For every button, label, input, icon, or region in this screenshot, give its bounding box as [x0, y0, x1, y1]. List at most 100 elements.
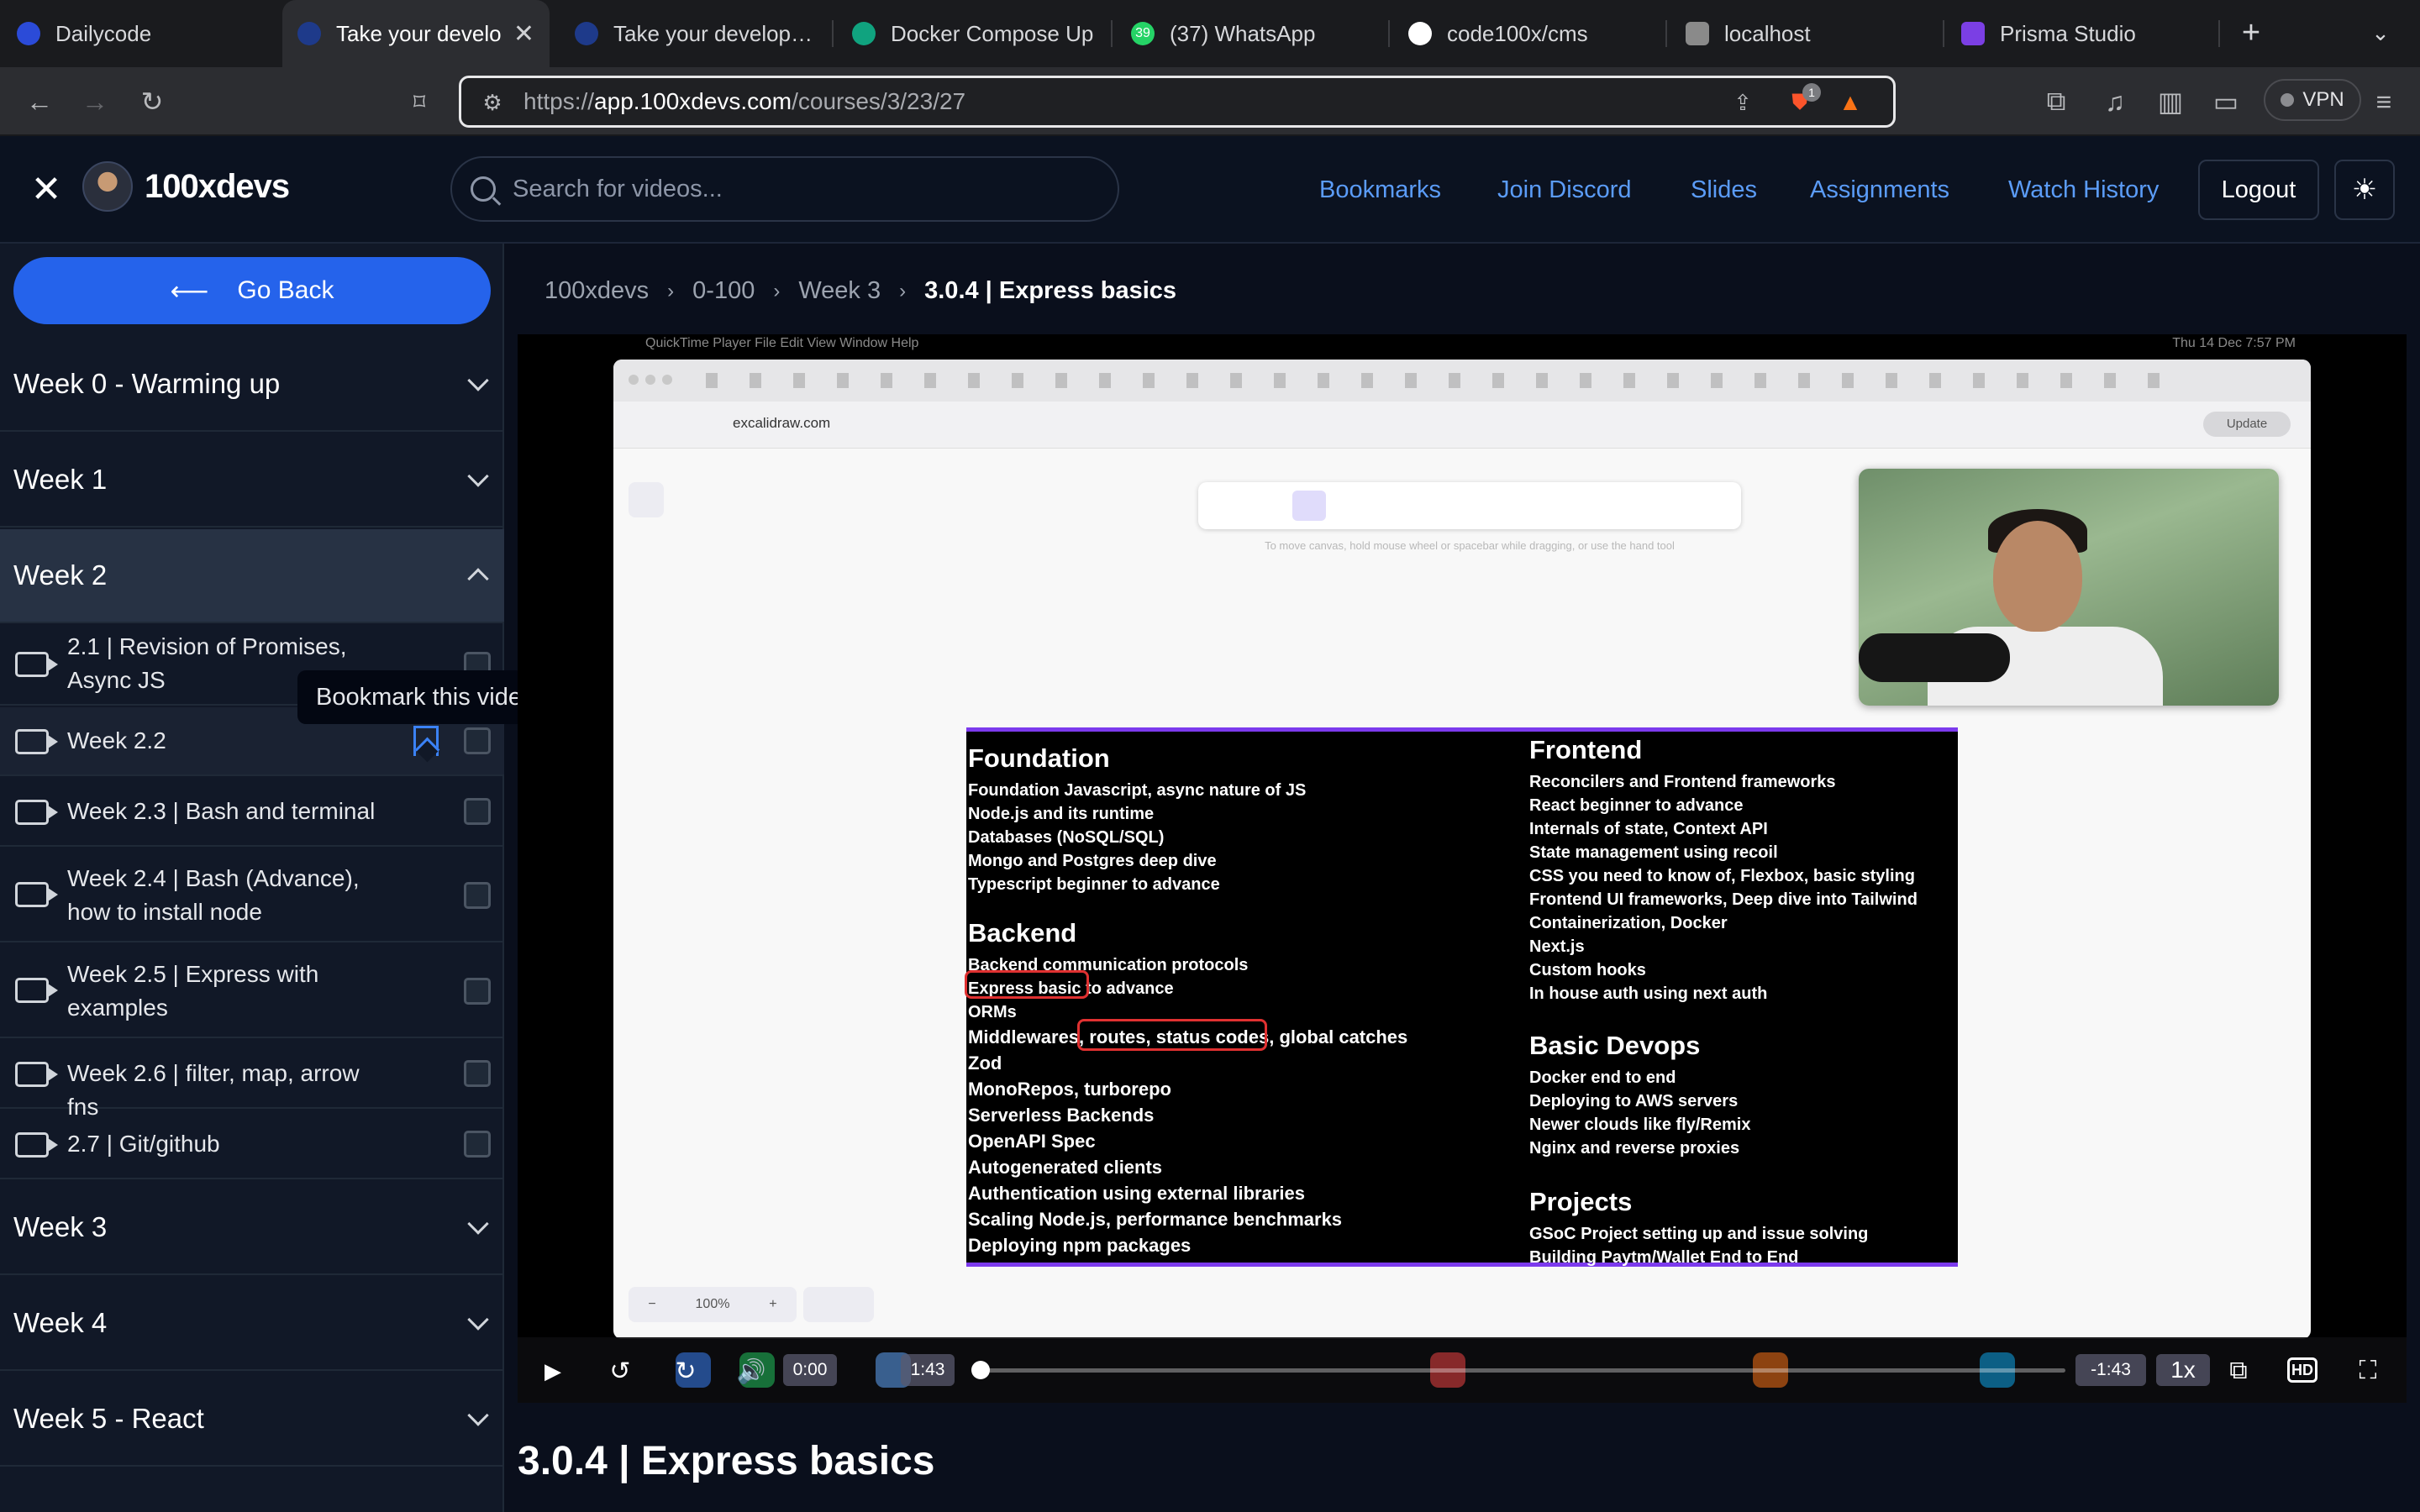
lesson-complete-checkbox[interactable] — [464, 882, 491, 909]
lesson-item[interactable]: Week 2.3 | Bash and terminal — [0, 778, 504, 847]
week-3-accordion[interactable]: Week 3 — [0, 1181, 504, 1275]
wallet-icon[interactable]: ▭ — [2207, 82, 2245, 121]
reload-icon[interactable]: ↻ — [133, 82, 171, 121]
progress-bar[interactable] — [971, 1361, 2065, 1379]
lesson-complete-checkbox[interactable] — [464, 798, 491, 825]
play-icon[interactable]: ▶ — [534, 1352, 571, 1389]
progress-knob[interactable] — [971, 1361, 990, 1379]
playback-speed[interactable]: 1x — [2156, 1354, 2210, 1386]
forward-10-icon[interactable]: ↻ — [667, 1352, 704, 1389]
sidebar-icon[interactable]: ▥ — [2151, 82, 2190, 121]
tab-title: (37) WhatsApp — [1170, 20, 1316, 46]
url-text: https://app.100xdevs.com/courses/3/23/27 — [523, 88, 965, 115]
tab-title: Prisma Studio — [2000, 20, 2136, 46]
fullscreen-icon[interactable]: ⛶ — [2349, 1352, 2386, 1389]
lesson-item[interactable]: Week 2.6 | filter, map, arrow fns — [0, 1040, 504, 1120]
slide-line: Deploying to AWS servers — [1529, 1092, 1739, 1110]
browser-tab-docker-compose[interactable]: Docker Compose Up — [852, 0, 1104, 67]
extensions-icon[interactable]: ⧉ — [2037, 82, 2075, 121]
address-bar[interactable]: ⚙ https://app.100xdevs.com/courses/3/23/… — [459, 76, 1896, 128]
lesson-complete-checkbox[interactable] — [464, 1060, 491, 1087]
video-player[interactable]: QuickTime Player File Edit View Window H… — [518, 334, 2407, 1403]
browser-tab-dailycode[interactable]: Dailycode — [17, 0, 269, 67]
search-input[interactable] — [513, 175, 1101, 203]
quality-button[interactable]: HD — [2287, 1357, 2317, 1383]
brave-rewards-icon[interactable]: ▲ — [1831, 83, 1870, 122]
slide-line: React beginner to advance — [1529, 796, 1744, 815]
nav-assignments[interactable]: Assignments — [1810, 176, 1949, 204]
bookmark-page-icon[interactable]: ⌑ — [400, 82, 439, 121]
go-back-label: Go Back — [237, 276, 334, 304]
breadcrumb-item[interactable]: 100xdevs — [544, 277, 649, 305]
lesson-item[interactable]: Week 2.4 | Bash (Advance), how to instal… — [0, 848, 504, 942]
lesson-complete-checkbox[interactable] — [464, 1131, 491, 1158]
player-controls: ▶ ↺ ↻ 🔊 0:00 1:43 -1:43 1x ⧉ HD ⛶ — [518, 1337, 2407, 1403]
lesson-complete-checkbox[interactable] — [464, 727, 491, 754]
lesson-title: Week 2.4 | Bash (Advance), how to instal… — [67, 865, 360, 925]
go-back-button[interactable]: ⟵ Go Back — [13, 257, 491, 324]
week-2-accordion[interactable]: Week 2 — [0, 529, 504, 623]
forward-icon[interactable]: → — [76, 82, 114, 121]
volume-icon[interactable]: 🔊 — [733, 1352, 770, 1389]
lesson-item[interactable]: Week 2.5 | Express with examples — [0, 944, 504, 1038]
slide-line: GSoC Project setting up and issue solvin… — [1529, 1225, 1869, 1243]
lesson-item[interactable]: 2.7 | Git/github — [0, 1110, 504, 1179]
week-1-accordion[interactable]: Week 1 — [0, 433, 504, 528]
vpn-button[interactable]: VPN — [2264, 79, 2361, 121]
tab-title: code100x/cms — [1447, 20, 1588, 46]
logout-button[interactable]: Logout — [2198, 160, 2319, 220]
video-camera-icon — [15, 978, 58, 1003]
week-4-accordion[interactable]: Week 4 — [0, 1277, 504, 1371]
breadcrumb-item[interactable]: Week 3 — [798, 277, 881, 305]
slide-line: In house auth using next auth — [1529, 984, 1768, 1003]
excalidraw-toolbar — [1198, 482, 1741, 529]
slide-line: Reconcilers and Frontend frameworks — [1529, 773, 1836, 791]
chevron-right-icon: › — [667, 279, 675, 302]
browser-tab-active[interactable]: Take your develo ✕ — [282, 0, 550, 67]
slide-line: MonoRepos, turborepo — [968, 1079, 1171, 1100]
chevron-down-icon — [467, 465, 489, 487]
bookmark-icon[interactable] — [413, 726, 439, 756]
rewind-icon[interactable]: ↺ — [602, 1352, 639, 1389]
week-5-accordion[interactable]: Week 5 - React — [0, 1373, 504, 1467]
slide-foundation: Foundation Foundation Javascript, async … — [968, 742, 1306, 896]
brand[interactable]: 100xdevs — [82, 161, 290, 212]
site-settings-icon[interactable]: ⚙ — [473, 83, 512, 122]
back-icon[interactable]: ← — [20, 82, 59, 121]
slide-line: Typescript beginner to advance — [968, 875, 1220, 894]
annotation-highlight — [1077, 1019, 1267, 1051]
tab-list-chevron-icon[interactable]: ⌄ — [2361, 13, 2400, 52]
browser-tab-github[interactable]: code100x/cms — [1408, 0, 1660, 67]
close-sidebar-icon[interactable]: ✕ — [27, 169, 66, 210]
duration: 1:43 — [901, 1354, 955, 1386]
nav-bookmarks[interactable]: Bookmarks — [1319, 176, 1441, 204]
breadcrumb-item[interactable]: 0-100 — [692, 277, 755, 305]
browser-tab-prisma[interactable]: Prisma Studio — [1961, 0, 2213, 67]
media-icon[interactable]: ♫ — [2096, 82, 2134, 121]
nav-slides[interactable]: Slides — [1691, 176, 1757, 204]
close-tab-icon[interactable]: ✕ — [513, 19, 534, 49]
nav-watch-history[interactable]: Watch History — [2008, 176, 2159, 204]
nav-join-discord[interactable]: Join Discord — [1497, 176, 1632, 204]
lesson-complete-checkbox[interactable] — [464, 978, 491, 1005]
slide-line: Foundation Javascript, async nature of J… — [968, 781, 1307, 800]
slide-devops: Basic Devops Docker end to end Deploying… — [1529, 1029, 1750, 1160]
tab-title: Docker Compose Up — [891, 20, 1094, 46]
theme-toggle-sun-icon[interactable]: ☀ — [2334, 160, 2395, 220]
search-box[interactable] — [450, 156, 1119, 222]
picture-in-picture-icon[interactable]: ⧉ — [2220, 1352, 2257, 1389]
share-icon[interactable]: ⇪ — [1723, 83, 1762, 122]
menu-icon[interactable]: ≡ — [2365, 82, 2403, 121]
excalidraw-menu-icon — [629, 482, 664, 517]
browser-tab-whatsapp[interactable]: 39 (37) WhatsApp — [1131, 0, 1383, 67]
week-0-accordion[interactable]: Week 0 - Warming up — [0, 338, 504, 432]
browser-tab-localhost[interactable]: localhost — [1686, 0, 1938, 67]
tab-title: Take your develo — [336, 20, 502, 46]
slide-heading: Frontend — [1529, 735, 1643, 764]
search-icon — [471, 176, 496, 202]
browser-tab-take-your-development[interactable]: Take your developme — [575, 0, 827, 67]
window-dot-icon — [662, 375, 672, 385]
recorded-update-button: Update — [2203, 412, 2291, 437]
slide-frontend: Frontend Reconcilers and Frontend framew… — [1529, 733, 1918, 1005]
new-tab-icon[interactable]: + — [2232, 13, 2270, 52]
